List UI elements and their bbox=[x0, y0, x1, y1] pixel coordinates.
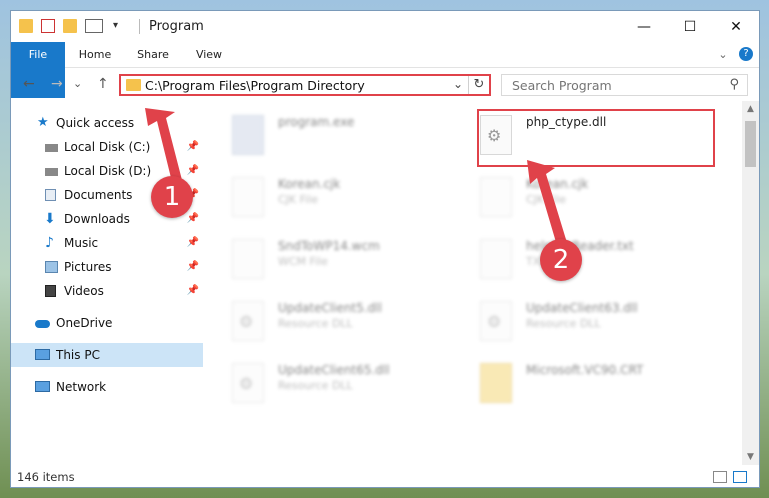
step-badge-2: 2 bbox=[540, 239, 582, 281]
arrow-1-icon bbox=[145, 108, 182, 182]
arrow-2-icon bbox=[527, 160, 568, 249]
annotation-arrows bbox=[145, 108, 568, 249]
step-badge-1: 1 bbox=[151, 176, 193, 218]
